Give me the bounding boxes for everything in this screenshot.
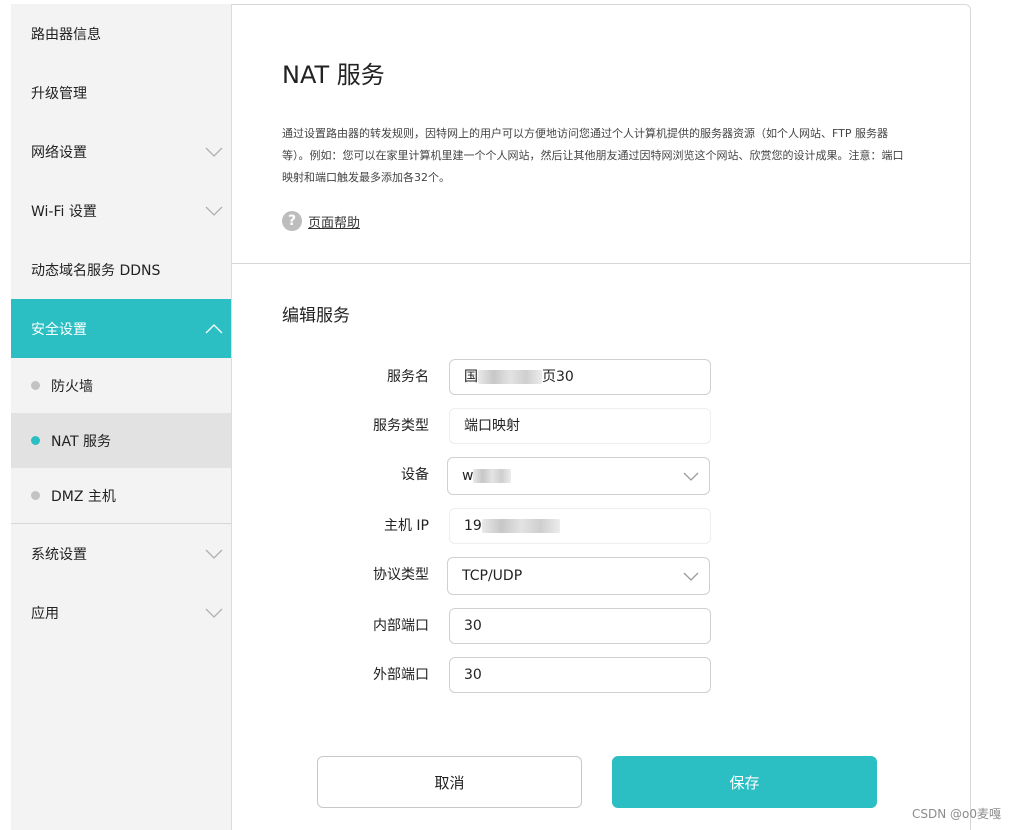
service-type-field: 端口映射 (449, 408, 711, 444)
chevron-down-icon (205, 206, 223, 216)
chevron-up-icon (205, 323, 223, 333)
form-row-internal-port: 内部端口 30 (232, 608, 971, 644)
protocol-select[interactable]: TCP/UDP (447, 557, 710, 595)
sidebar-item-label: 路由器信息 (31, 26, 101, 43)
question-icon: ? (282, 211, 302, 231)
sidebar-item-label: 升级管理 (31, 85, 87, 102)
sidebar-item-ddns[interactable]: 动态域名服务 DDNS (11, 240, 231, 299)
chevron-down-icon (205, 549, 223, 559)
sidebar: 路由器信息 升级管理 网络设置 Wi-Fi 设置 动态域名服务 DDNS 安全设… (11, 4, 232, 830)
page-help-label: 页面帮助 (308, 215, 361, 231)
external-port-label: 外部端口 (373, 667, 429, 683)
redacted-text (473, 469, 512, 483)
form-row-service-type: 服务类型 端口映射 (232, 408, 971, 444)
bullet-dot-icon (31, 381, 40, 390)
device-label: 设备 (401, 467, 429, 483)
internal-port-input[interactable]: 30 (449, 608, 711, 644)
form-row-external-port: 外部端口 30 (232, 657, 971, 693)
external-port-input[interactable]: 30 (449, 657, 711, 693)
sidebar-item-apps[interactable]: 应用 (11, 583, 231, 642)
sidebar-subitem-nat[interactable]: NAT 服务 (11, 413, 231, 468)
sidebar-item-wifi[interactable]: Wi-Fi 设置 (11, 181, 231, 240)
page-title: NAT 服务 (282, 61, 385, 89)
sidebar-subitem-firewall[interactable]: 防火墙 (11, 358, 231, 413)
redacted-text (478, 370, 542, 384)
chevron-down-icon (683, 472, 699, 481)
bullet-dot-icon (31, 491, 40, 500)
chevron-down-icon (683, 572, 699, 581)
bullet-dot-icon (31, 436, 40, 445)
sidebar-item-label: 系统设置 (31, 546, 87, 563)
section-title: 编辑服务 (282, 306, 350, 326)
sidebar-subitem-label: DMZ 主机 (51, 488, 116, 505)
page-description: 通过设置路由器的转发规则，因特网上的用户可以方便地访问您通过个人计算机提供的服务… (282, 127, 904, 184)
sidebar-item-network[interactable]: 网络设置 (11, 122, 231, 181)
service-name-label: 服务名 (387, 369, 429, 385)
chevron-down-icon (205, 147, 223, 157)
page-help-link[interactable]: ? 页面帮助 (282, 211, 360, 231)
save-button[interactable]: 保存 (612, 756, 877, 808)
sidebar-subitem-dmz[interactable]: DMZ 主机 (11, 468, 231, 523)
host-ip-label: 主机 IP (383, 518, 429, 534)
sidebar-item-label: 应用 (31, 605, 59, 622)
form-row-host-ip: 主机 IP 19 (232, 508, 971, 544)
service-name-input[interactable]: 国页30 (449, 359, 711, 395)
chevron-down-icon (205, 608, 223, 618)
form-row-device: 设备 w (232, 457, 971, 495)
protocol-label: 协议类型 (373, 567, 429, 583)
section-divider (232, 263, 971, 264)
sidebar-item-upgrade[interactable]: 升级管理 (11, 63, 231, 122)
service-type-label: 服务类型 (373, 418, 429, 434)
form-row-service-name: 服务名 国页30 (232, 359, 971, 395)
device-select[interactable]: w (447, 457, 710, 495)
host-ip-field: 19 (449, 508, 711, 544)
cancel-button[interactable]: 取消 (317, 756, 582, 808)
sidebar-item-label: Wi-Fi 设置 (31, 203, 97, 220)
sidebar-item-system[interactable]: 系统设置 (11, 524, 231, 583)
sidebar-item-security[interactable]: 安全设置 (11, 299, 231, 358)
internal-port-label: 内部端口 (373, 618, 429, 634)
sidebar-item-router-info[interactable]: 路由器信息 (11, 4, 231, 63)
watermark: CSDN @o0麦嘎 (911, 807, 1001, 821)
sidebar-subitem-label: NAT 服务 (51, 433, 111, 450)
main-panel: NAT 服务 通过设置路由器的转发规则，因特网上的用户可以方便地访问您通过个人计… (232, 4, 971, 830)
sidebar-item-label: 动态域名服务 DDNS (31, 262, 161, 279)
form-row-protocol: 协议类型 TCP/UDP (232, 557, 971, 595)
sidebar-subitem-label: 防火墙 (51, 378, 93, 395)
redacted-text (481, 519, 560, 533)
sidebar-item-label: 安全设置 (31, 321, 87, 338)
sidebar-item-label: 网络设置 (31, 144, 87, 161)
